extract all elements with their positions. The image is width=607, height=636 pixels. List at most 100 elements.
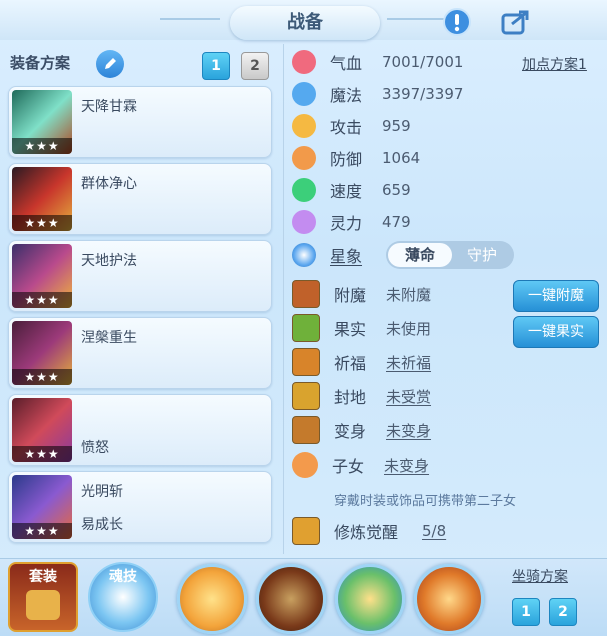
attr-label: 果实	[334, 320, 367, 339]
stat-attack: 攻击 959	[292, 112, 411, 140]
stat-label: 速度	[330, 182, 363, 201]
attr-value[interactable]: 未祈福	[386, 352, 431, 373]
info-button[interactable]	[441, 6, 473, 38]
slot-subname: 易成长	[81, 517, 123, 533]
equip-slot-3[interactable]: ★★★ 天地护法	[8, 240, 272, 312]
soul-label: 魂技	[109, 569, 137, 585]
cultivation-row: 修炼觉醒 5/8	[292, 517, 446, 545]
equip-slot-5[interactable]: ★★★ 愤怒	[8, 394, 272, 466]
star-rating: ★★★	[12, 215, 72, 231]
stat-speed: 速度 659	[292, 176, 411, 204]
cultivation-icon	[292, 517, 320, 545]
stat-label: 灵力	[330, 214, 363, 233]
one-click-fruit-button[interactable]: 一键果实	[513, 316, 599, 348]
slot-name: 涅槃重生	[81, 330, 137, 346]
slot-subname: 愤怒	[81, 440, 109, 456]
stat-label: 气血	[330, 54, 363, 73]
equip-page-2[interactable]: 2	[241, 52, 269, 80]
page-title: 战备	[230, 6, 380, 40]
stat-defense: 防御 1064	[292, 144, 420, 172]
star-sign-row: 星象	[292, 241, 382, 269]
mount-plan-label[interactable]: 坐骑方案	[512, 566, 568, 586]
equip-page-1[interactable]: 1	[202, 52, 230, 80]
transform-icon	[292, 416, 320, 444]
attr-label: 祈福	[334, 354, 367, 373]
equip-slot-4[interactable]: ★★★ 涅槃重生	[8, 317, 272, 389]
suit-button[interactable]: 套装	[8, 562, 78, 632]
stat-label: 防御	[330, 150, 363, 169]
slot-name: 天地护法	[81, 253, 137, 269]
stat-hp: 气血 7001/7001	[292, 48, 463, 76]
heart-icon	[292, 50, 316, 74]
slot-name: 光明斩	[81, 484, 123, 500]
star-sign-option-active[interactable]: 薄命	[388, 243, 452, 267]
one-click-enchant-button[interactable]: 一键附魔	[513, 280, 599, 312]
stat-label: 魔法	[330, 86, 363, 105]
attr-blessing: 祈福 未祈福	[292, 348, 431, 376]
attr-value[interactable]: 未受赏	[386, 386, 431, 407]
spirit-icon	[292, 210, 316, 234]
star-sign-toggle[interactable]: 薄命 守护	[386, 241, 514, 269]
attr-value[interactable]: 未变身	[384, 455, 429, 476]
attr-value[interactable]: 未变身	[386, 420, 431, 441]
star-rating: ★★★	[12, 523, 72, 539]
equip-thumbnail: ★★★	[12, 90, 72, 154]
soul-skill-button[interactable]: 魂技	[88, 562, 158, 632]
slot-name: 群体净心	[81, 176, 137, 192]
equip-slot-6[interactable]: ★★★ 光明斩 易成长	[8, 471, 272, 543]
exclamation-icon	[443, 8, 471, 36]
skill-slot-3[interactable]	[335, 564, 405, 634]
stat-value: 3397/3397	[382, 85, 464, 103]
slot-name: 天降甘霖	[81, 99, 137, 115]
skill-slot-2[interactable]	[256, 564, 326, 634]
share-button[interactable]	[500, 6, 532, 38]
share-icon	[501, 10, 529, 35]
blessing-icon	[292, 348, 320, 376]
skill-slot-4[interactable]	[414, 564, 484, 634]
stat-value: 7001/7001	[382, 53, 464, 71]
title-ornament-left	[160, 18, 220, 20]
skill-slot-1[interactable]	[177, 564, 247, 634]
child-icon	[292, 452, 318, 478]
star-rating: ★★★	[12, 292, 72, 308]
star-rating: ★★★	[12, 446, 72, 462]
equip-thumbnail: ★★★	[12, 167, 72, 231]
star-sign-label[interactable]: 星象	[330, 243, 382, 267]
attr-label: 附魔	[334, 286, 367, 305]
equip-slot-2[interactable]: ★★★ 群体净心	[8, 163, 272, 235]
attr-fruit: 果实 未使用	[292, 314, 431, 342]
title-ornament-right	[387, 18, 447, 20]
panel-divider	[283, 44, 284, 554]
stat-label: 攻击	[330, 118, 363, 137]
attr-transform: 变身 未变身	[292, 416, 431, 444]
equip-thumbnail: ★★★	[12, 475, 72, 539]
equip-slot-1[interactable]: ★★★ 天降甘霖	[8, 86, 272, 158]
star-sign-option[interactable]: 守护	[452, 243, 512, 267]
equip-plan-label: 装备方案	[10, 54, 71, 72]
mount-page-2[interactable]: 2	[549, 598, 577, 626]
scroll-icon	[292, 382, 320, 410]
child-note: 穿戴时装或饰品可携带第二子女	[334, 494, 517, 509]
suit-label: 套装	[29, 569, 57, 585]
add-point-plan-link[interactable]: 加点方案1	[522, 54, 587, 74]
attr-label: 子女	[332, 457, 365, 476]
attr-fief: 封地 未受赏	[292, 382, 431, 410]
sword-icon	[292, 114, 316, 138]
mana-icon	[292, 82, 316, 106]
star-rating: ★★★	[12, 138, 72, 154]
attr-child: 子女 未变身	[292, 451, 429, 479]
attr-label: 变身	[334, 422, 367, 441]
enchant-icon	[292, 280, 320, 308]
star-rating: ★★★	[12, 369, 72, 385]
battle-prep-window: 战备 装备方案 1 2 ★★★ 天降甘霖 ★★★ 群体净心 ★★★ 天地护法 ★…	[0, 0, 607, 636]
equip-thumbnail: ★★★	[12, 321, 72, 385]
equip-thumbnail: ★★★	[12, 398, 72, 462]
pencil-icon	[105, 58, 116, 69]
cultivation-label: 修炼觉醒	[334, 523, 399, 542]
lightning-icon	[292, 178, 316, 202]
mount-page-1[interactable]: 1	[512, 598, 540, 626]
title-bar: 战备	[0, 0, 607, 40]
cultivation-value[interactable]: 5/8	[422, 522, 446, 540]
edit-plan-button[interactable]	[96, 50, 124, 78]
attr-label: 封地	[334, 388, 367, 407]
